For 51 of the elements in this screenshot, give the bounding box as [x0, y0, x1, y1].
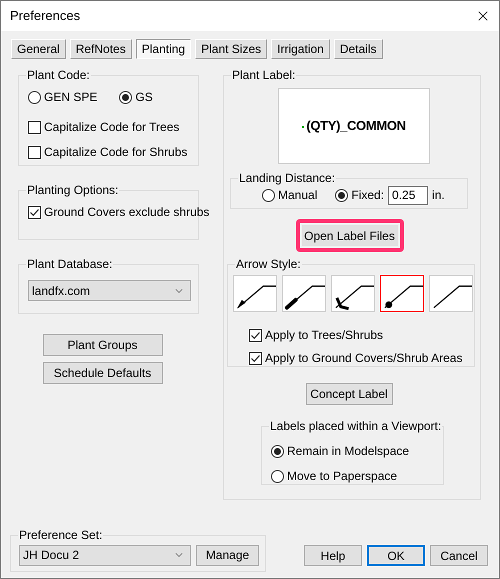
- radio-button[interactable]: [271, 444, 284, 458]
- dialog-button[interactable]: Help: [304, 545, 362, 566]
- checkbox-label: Capitalize Code for Trees: [44, 119, 180, 136]
- checkbox[interactable]: [249, 352, 262, 364]
- dialog-button[interactable]: OK: [367, 545, 425, 566]
- group-label: Plant Code:: [26, 68, 91, 82]
- radio-label: Move to Paperspace: [287, 468, 398, 485]
- distance-field[interactable]: 0.25: [388, 186, 428, 204]
- concept-label-button[interactable]: Concept Label: [306, 383, 392, 405]
- checkbox[interactable]: [28, 146, 41, 158]
- checkbox-label: Apply to Ground Covers/Shrub Areas: [265, 350, 462, 367]
- group-label: Arrow Style:: [235, 257, 302, 271]
- radio-label: Fixed:: [351, 187, 384, 204]
- radio-button[interactable]: [28, 90, 41, 104]
- arrow-style-option[interactable]: [380, 275, 424, 312]
- tab[interactable]: Plant Sizes: [195, 39, 268, 59]
- dropdown[interactable]: JH Docu 2: [19, 544, 191, 566]
- open-files-button[interactable]: Open Label Files: [300, 223, 400, 248]
- action-button[interactable]: Schedule Defaults: [42, 362, 162, 384]
- tab[interactable]: Irrigation: [271, 39, 330, 59]
- group-label: Plant Database:: [26, 257, 114, 271]
- dropdown[interactable]: landfx.com: [28, 280, 191, 301]
- tab[interactable]: General: [11, 39, 66, 59]
- tab[interactable]: Details: [334, 39, 383, 59]
- checkbox[interactable]: [28, 120, 41, 134]
- checkbox[interactable]: [249, 328, 262, 342]
- radio-label: Remain in Modelspace: [287, 443, 410, 460]
- action-button[interactable]: Plant Groups: [42, 334, 162, 356]
- group-label: Plant Label:: [231, 68, 296, 82]
- label-preview-text: (QTY)_COMMON: [302, 116, 406, 136]
- unit-label: in.: [432, 187, 445, 204]
- radio-button[interactable]: [119, 90, 132, 104]
- tab[interactable]: Planting: [136, 39, 192, 59]
- manage-button[interactable]: Manage: [196, 544, 259, 566]
- checkbox[interactable]: [28, 206, 41, 218]
- checkbox-label: Ground Covers exclude shrubs: [44, 204, 210, 221]
- group-label: Preference Set:: [18, 528, 104, 542]
- radio-label: Manual: [278, 187, 318, 204]
- radio-label: GEN SPE: [44, 89, 98, 106]
- checkbox-label: Capitalize Code for Shrubs: [44, 144, 188, 161]
- radio-button[interactable]: [335, 188, 348, 202]
- dialog-button[interactable]: Cancel: [430, 545, 488, 566]
- radio-label: GS: [135, 89, 153, 106]
- group-label: Landing Distance:: [238, 171, 336, 185]
- group-label: Planting Options:: [26, 183, 120, 197]
- tab[interactable]: RefNotes: [70, 39, 132, 59]
- group-label: Labels placed within a Viewport:: [269, 419, 442, 433]
- window-title: Preferences: [10, 7, 80, 26]
- radio-button[interactable]: [262, 188, 275, 202]
- radio-button[interactable]: [271, 470, 284, 482]
- checkbox-label: Apply to Trees/Shrubs: [265, 327, 384, 344]
